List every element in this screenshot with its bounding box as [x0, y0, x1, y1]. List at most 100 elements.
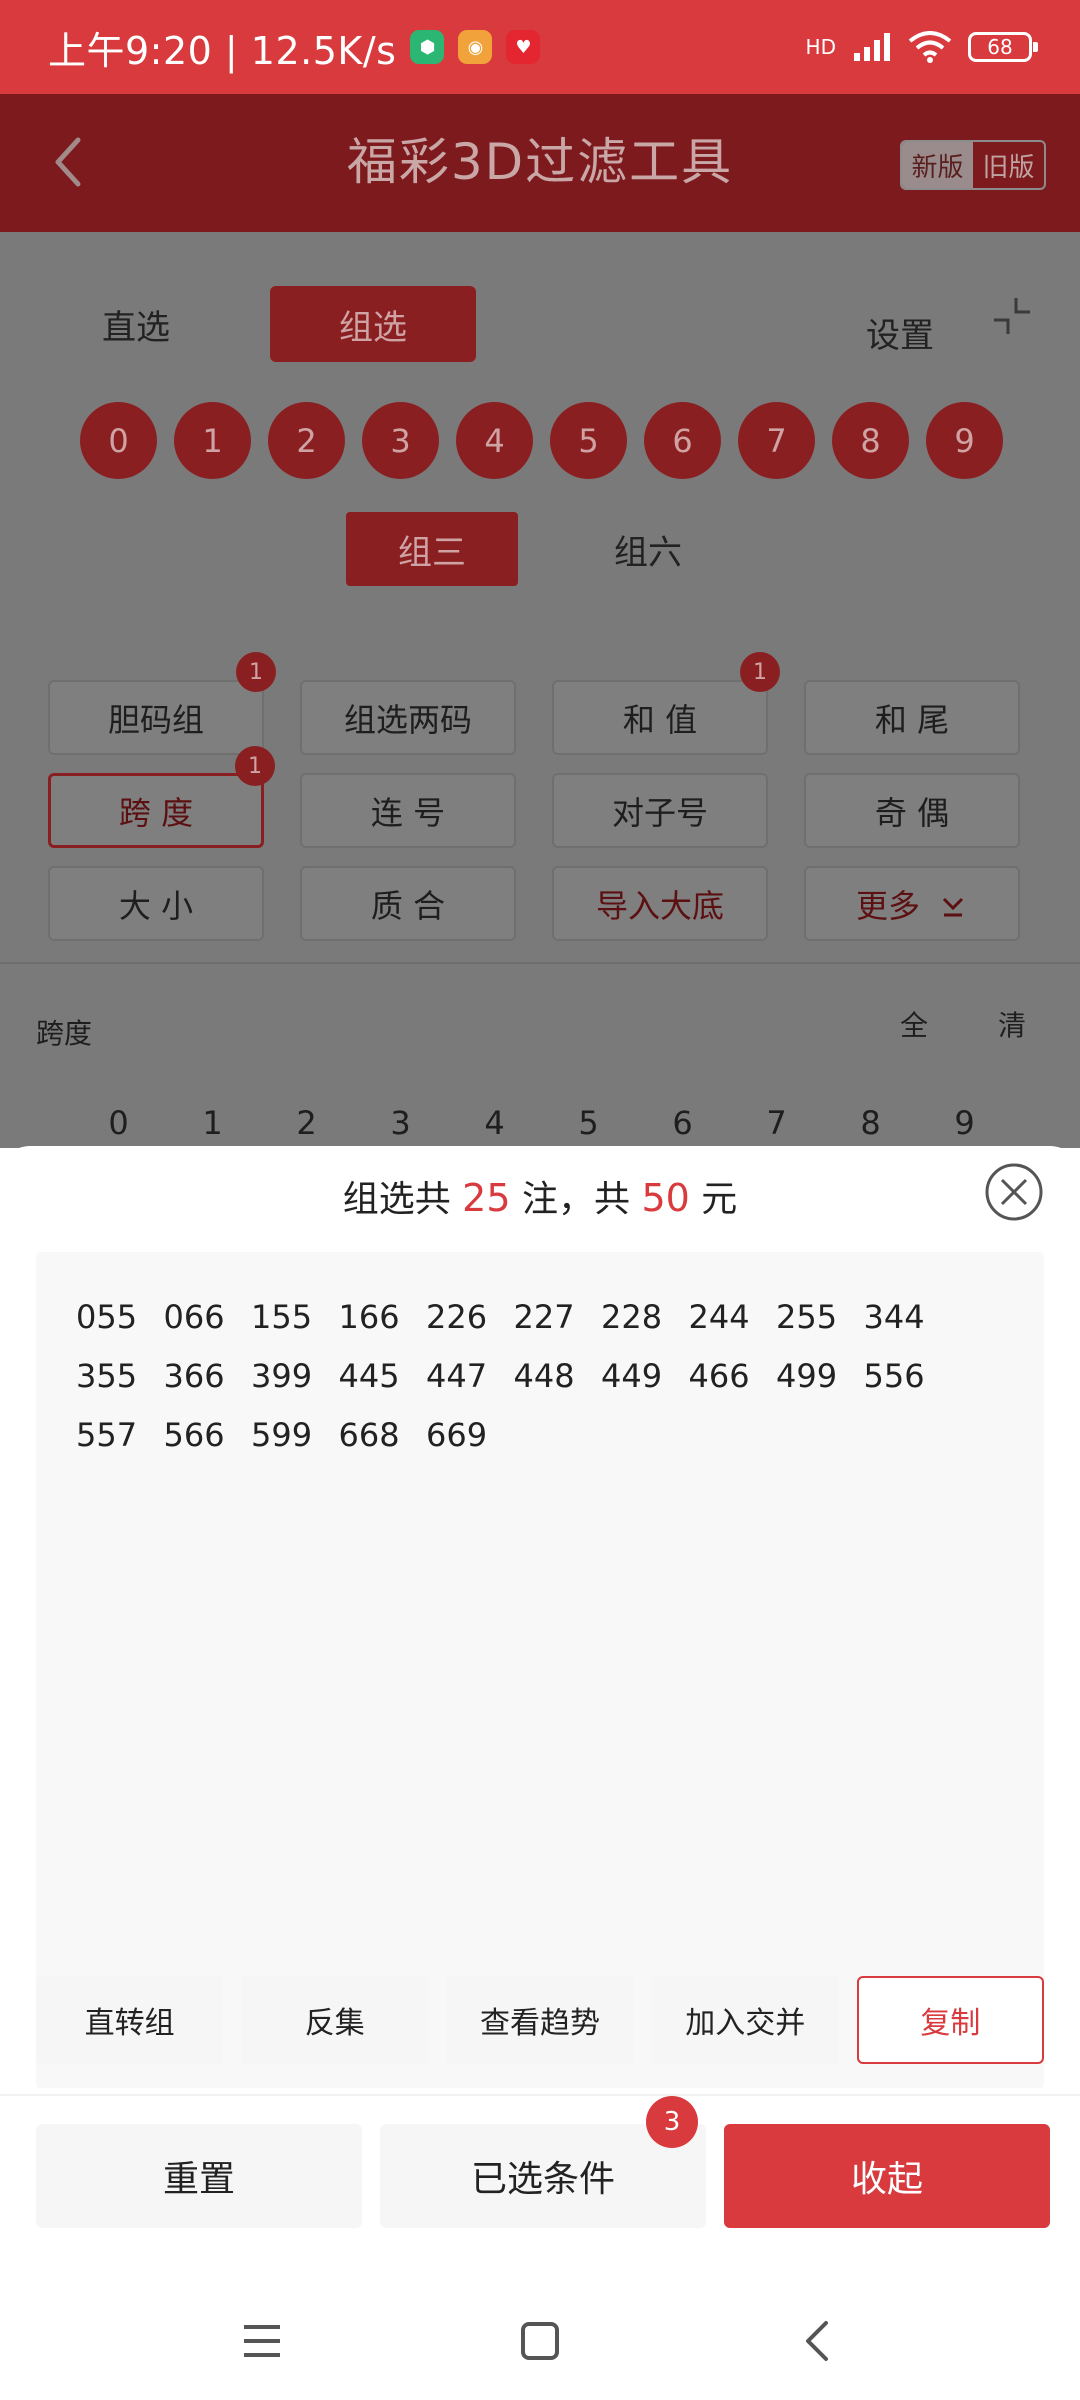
- digit-ball[interactable]: 2: [268, 402, 345, 479]
- filter-label: 胆码组: [107, 700, 204, 739]
- summary-prefix: 组选共: [342, 1179, 451, 1220]
- span-digit[interactable]: 2: [268, 1104, 345, 1142]
- back-icon[interactable]: [794, 2317, 842, 2365]
- wifi-icon: [908, 31, 952, 63]
- filter-panel: 直选 组选 设置 0 1 2 3 4 5 6 7 8 9 组三 组六 胆码组 1 …: [0, 232, 1080, 1148]
- filter-label: 组选两码: [343, 700, 472, 739]
- filter-pair[interactable]: 对子号: [552, 773, 768, 848]
- filter-label: 大 小: [118, 886, 194, 925]
- heart-app-icon: ♥: [506, 30, 541, 64]
- filter-label: 跨 度: [118, 793, 194, 832]
- inverse-set-button[interactable]: 反集: [241, 1976, 429, 2064]
- import-base-button[interactable]: 导入大底: [552, 866, 768, 941]
- result-code: 668: [338, 1416, 400, 1454]
- bet-count: 25: [462, 1176, 511, 1220]
- span-digit[interactable]: 7: [738, 1104, 815, 1142]
- filter-grid: 胆码组 1 组选两码 和 值1 和 尾 跨 度1 连 号 对子号 奇 偶 大 小 …: [48, 652, 1022, 941]
- collapse-resize-icon[interactable]: [990, 294, 1034, 338]
- result-code: 244: [688, 1298, 750, 1336]
- span-digit[interactable]: 3: [362, 1104, 439, 1142]
- view-trend-button[interactable]: 查看趋势: [446, 1976, 634, 2064]
- digit-ball[interactable]: 7: [738, 402, 815, 479]
- summary-suffix: 元: [701, 1179, 738, 1220]
- filter-dan-code[interactable]: 胆码组 1: [48, 652, 276, 755]
- digit-ball[interactable]: 0: [80, 402, 157, 479]
- signal-icon: [854, 33, 890, 61]
- result-code: 355: [76, 1357, 138, 1395]
- result-code: 055: [76, 1298, 138, 1336]
- conditions-count-badge: 3: [646, 2096, 698, 2148]
- filter-label: 导入大底: [595, 886, 724, 925]
- result-summary: 组选共 25 注，共 50 元: [0, 1170, 1080, 1222]
- result-code: 227: [513, 1298, 575, 1336]
- copy-button[interactable]: 复制: [856, 1976, 1045, 2064]
- span-digit[interactable]: 8: [832, 1104, 909, 1142]
- home-icon[interactable]: [516, 2317, 564, 2365]
- result-list-panel: 055 066 155 166 226 227 228 244 255 344 355 366 399 4…: [36, 1252, 1044, 2088]
- filter-consecutive[interactable]: 连 号: [300, 773, 516, 848]
- tab-group3[interactable]: 组三: [346, 512, 518, 586]
- tab-group[interactable]: 组选: [270, 286, 476, 362]
- more-filters-button[interactable]: 更多: [804, 866, 1020, 941]
- digit-ball[interactable]: 6: [644, 402, 721, 479]
- filter-label: 和 值: [622, 700, 698, 739]
- span-digit[interactable]: 4: [456, 1104, 533, 1142]
- span-digit[interactable]: 0: [80, 1104, 157, 1142]
- digit-ball[interactable]: 8: [832, 402, 909, 479]
- count-badge: 1: [236, 652, 276, 692]
- result-code: 228: [601, 1298, 663, 1336]
- result-code: 166: [338, 1298, 400, 1336]
- tab-group6[interactable]: 组六: [562, 512, 734, 586]
- menu-icon[interactable]: [238, 2317, 286, 2365]
- filter-big-small[interactable]: 大 小: [48, 866, 264, 941]
- digit-ball[interactable]: 3: [362, 402, 439, 479]
- tab-direct[interactable]: 直选: [36, 286, 236, 362]
- result-code: 445: [338, 1357, 400, 1395]
- span-digit[interactable]: 1: [174, 1104, 251, 1142]
- bottom-action-bar: 重置 已选条件 3 收起: [0, 2094, 1080, 2228]
- filter-sum[interactable]: 和 值 1: [552, 652, 780, 755]
- status-time: 上午9:20 | 12.5K/s: [48, 28, 397, 73]
- add-intersection-button[interactable]: 加入交并: [651, 1976, 839, 2064]
- app-header: 福彩3D过滤工具 新版 旧版: [0, 94, 1080, 232]
- digit-ball[interactable]: 1: [174, 402, 251, 479]
- span-digit[interactable]: 5: [550, 1104, 627, 1142]
- game-app-icon: ◉: [458, 30, 493, 64]
- version-new-button[interactable]: 新版: [902, 142, 973, 188]
- settings-button[interactable]: 设置: [840, 294, 960, 370]
- count-badge: 1: [235, 746, 275, 786]
- version-toggle[interactable]: 新版 旧版: [900, 140, 1046, 190]
- span-digit[interactable]: 6: [644, 1104, 721, 1142]
- filter-span[interactable]: 跨 度 1: [48, 746, 275, 848]
- digit-ball[interactable]: 5: [550, 402, 627, 479]
- digit-ball[interactable]: 4: [456, 402, 533, 479]
- filter-odd-even[interactable]: 奇 偶: [804, 773, 1020, 848]
- status-bar: 上午9:20 | 12.5K/s ⬢ ◉ ♥ HD 68: [0, 0, 1080, 94]
- result-code: 155: [251, 1298, 313, 1336]
- version-old-button[interactable]: 旧版: [973, 142, 1044, 188]
- select-all-button[interactable]: 全: [900, 1004, 928, 1044]
- filter-label: 连 号: [370, 793, 446, 832]
- filter-label: 奇 偶: [874, 793, 950, 832]
- result-sheet: 组选共 25 注，共 50 元 055 066 155 166 226 227 228 244…: [0, 1146, 1080, 2400]
- filter-sum-tail[interactable]: 和 尾: [804, 680, 1020, 755]
- reset-button[interactable]: 重置: [36, 2124, 362, 2228]
- filter-group-two-code[interactable]: 组选两码: [300, 680, 516, 755]
- count-badge: 1: [740, 652, 780, 692]
- divider: [0, 962, 1080, 964]
- result-code: 366: [163, 1357, 225, 1395]
- result-code: 599: [251, 1416, 313, 1454]
- direct-to-group-button[interactable]: 直转组: [36, 1976, 224, 2064]
- span-section-label: 跨度: [36, 1017, 93, 1050]
- clear-button[interactable]: 清: [998, 1004, 1026, 1044]
- digit-selector: 0 1 2 3 4 5 6 7 8 9: [80, 402, 1003, 479]
- result-code: 344: [863, 1298, 925, 1336]
- collapse-button[interactable]: 收起: [724, 2124, 1050, 2228]
- network-hd-label: HD: [805, 35, 836, 59]
- span-digit[interactable]: 9: [926, 1104, 1003, 1142]
- filter-label: 更多: [855, 886, 920, 925]
- filter-prime-composite[interactable]: 质 合: [300, 866, 516, 941]
- digit-ball[interactable]: 9: [926, 402, 1003, 479]
- result-code: 447: [426, 1357, 488, 1395]
- close-icon[interactable]: [984, 1162, 1044, 1222]
